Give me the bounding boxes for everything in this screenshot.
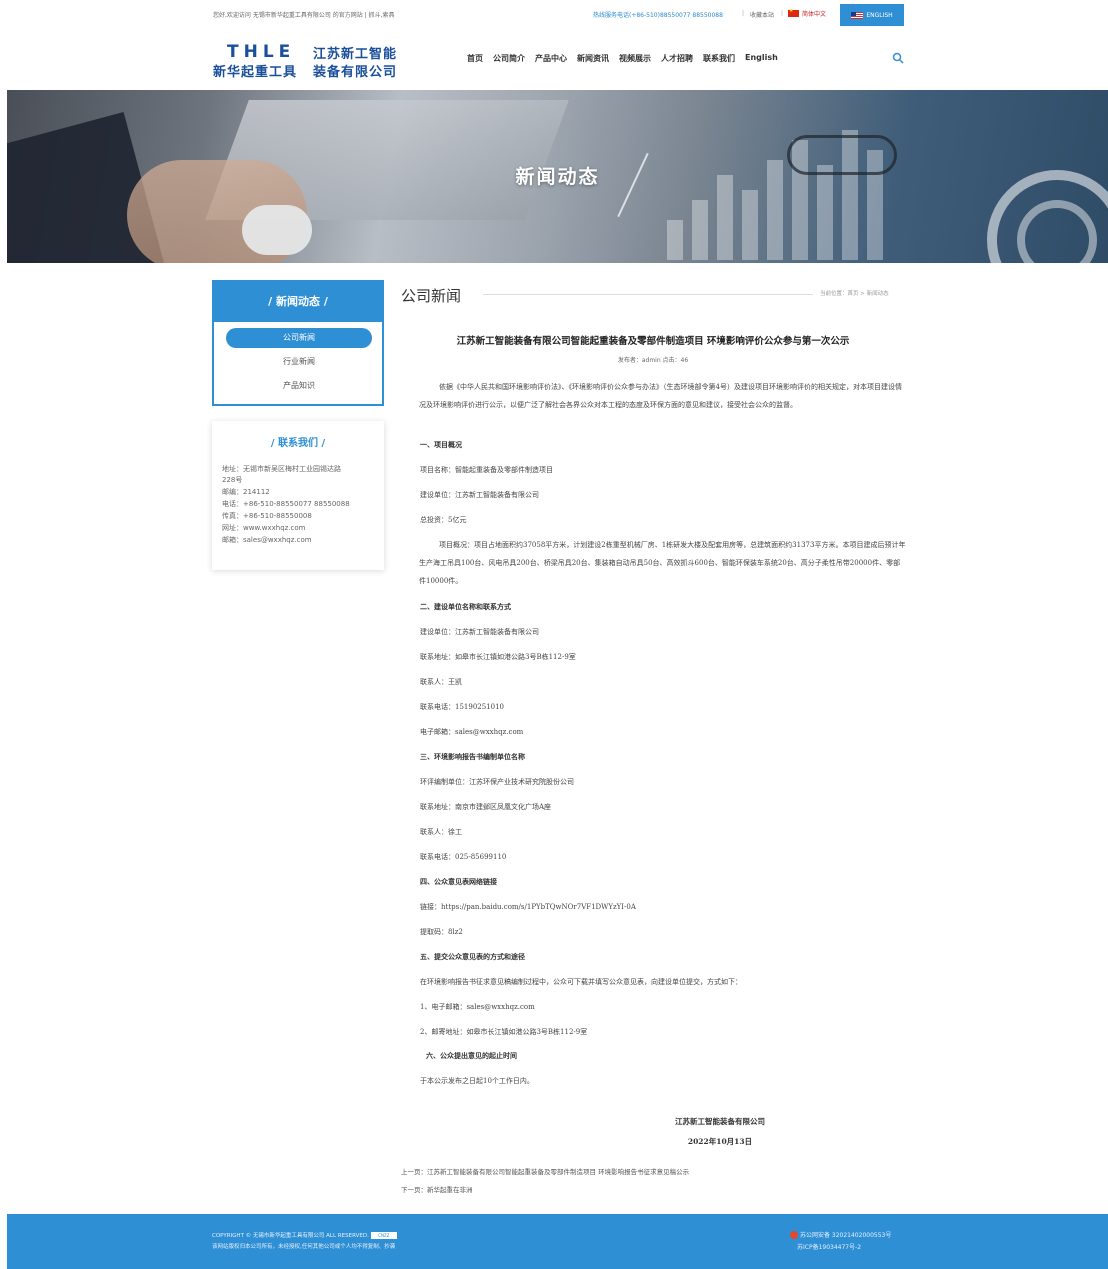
sidebar-item-company-news[interactable]: 公司新闻 bbox=[226, 328, 372, 348]
section-heading: 三、环境影响报告书编制单位名称 bbox=[420, 752, 525, 761]
article-text: 项目名称：智能起重装备及零部件制造项目 bbox=[420, 466, 553, 474]
signature-company: 江苏新工智能装备有限公司 bbox=[675, 1117, 765, 1126]
article-text: 联系地址：南京市建邺区凤凰文化广场A座 bbox=[420, 803, 552, 811]
next-article-link[interactable]: 下一页：新华起重在非洲 bbox=[401, 1184, 473, 1194]
copyright-line: COPYRIGHT © 无锡市新华起重工具有限公司 ALL RESERVED. C… bbox=[212, 1231, 397, 1239]
hotline-text: 热线服务电话(+86-510)88550077 88550088 bbox=[593, 12, 723, 19]
nav-careers[interactable]: 人才招聘 bbox=[661, 53, 693, 64]
police-beian-text: 苏公网安备 32021402000553号 bbox=[800, 1232, 892, 1239]
section-heading: 一、项目概况 bbox=[420, 440, 462, 449]
site-footer: COPYRIGHT © 无锡市新华起重工具有限公司 ALL RESERVED. C… bbox=[7, 1214, 1108, 1269]
logo-cn-left: 新华起重工具 bbox=[213, 65, 298, 80]
nav-home[interactable]: 首页 bbox=[467, 53, 483, 64]
logo-cn-right-1: 江苏新工智能 bbox=[313, 47, 398, 62]
lang-chinese-link[interactable]: 简体中文 bbox=[788, 8, 826, 19]
news-category-title: / 新闻动态 / bbox=[214, 282, 382, 322]
article-text: 在环境影响报告书征求意见稿编制过程中，公众可下载并填写公众意见表，向建设单位提交… bbox=[420, 978, 742, 986]
mouse-image bbox=[242, 205, 312, 255]
welcome-text: 您好,欢迎访问 无锡市新华起重工具有限公司 的官方网站 | 抓斗,索具 bbox=[213, 12, 395, 19]
nav-news[interactable]: 新闻资讯 bbox=[577, 53, 609, 64]
public-opinion-link[interactable]: 链接：https://pan.baidu.com/s/1PYbTQwNOr7VF… bbox=[420, 902, 636, 912]
breadcrumb[interactable]: 当前位置：首页 > 新闻动态 bbox=[820, 289, 889, 297]
section-heading: 四、公众意见表网络链接 bbox=[420, 877, 497, 886]
icp-link[interactable]: 苏ICP备19034477号-2 bbox=[797, 1242, 861, 1251]
section-divider bbox=[483, 294, 813, 295]
contact-box: / 联系我们 / 地址：无锡市新吴区梅村工业园锡达路 228号 邮编：21411… bbox=[212, 421, 384, 570]
nav-videos[interactable]: 视频展示 bbox=[619, 53, 651, 64]
contact-line[interactable]: 邮箱：sales@wxxhqz.com bbox=[222, 535, 312, 545]
article-text: 于本公示发布之日起10个工作日内。 bbox=[420, 1077, 534, 1085]
bookmark-link[interactable]: 收藏本站 bbox=[750, 10, 774, 19]
logo-cn-right-2: 装备有限公司 bbox=[313, 65, 398, 80]
article-text: 2、邮寄地址：如皋市长江镇如港公路3号B栋112-9室 bbox=[420, 1028, 588, 1036]
contact-line: 电话：+86-510-88550077 88550088 bbox=[222, 500, 350, 508]
article-meta: 发布者：admin 点击：46 bbox=[617, 357, 689, 364]
article-email: 电子邮箱：sales@wxxhqz.com bbox=[420, 728, 524, 736]
lang-english-button[interactable]: ENGLISH bbox=[840, 4, 904, 26]
article-text: 1、电子邮箱：sales@wxxhqz.com bbox=[420, 1003, 535, 1011]
banner-title: 新闻动态 bbox=[515, 166, 600, 188]
article-text: 环评编制单位：江苏环保产业技术研究院股份公司 bbox=[420, 778, 574, 786]
contact-line: 传真：+86-510-88550008 bbox=[222, 512, 312, 520]
copyright-text: COPYRIGHT © 无锡市新华起重工具有限公司 ALL RESERVED. bbox=[212, 1233, 369, 1239]
nav-about[interactable]: 公司简介 bbox=[493, 53, 525, 64]
lang-chinese-label: 简体中文 bbox=[802, 11, 827, 18]
main-nav: 首页 公司简介 产品中心 新闻资讯 视频展示 人才招聘 联系我们 English bbox=[467, 53, 788, 64]
logo-brand-text: THLE bbox=[227, 42, 296, 62]
article-text: 建设单位：江苏新工智能装备有限公司 bbox=[420, 491, 539, 499]
article-text: 联系人：徐工 bbox=[420, 828, 462, 836]
nav-products[interactable]: 产品中心 bbox=[535, 53, 567, 64]
section-heading: 五、提交公众意见表的方式和途径 bbox=[420, 952, 525, 961]
china-flag-icon bbox=[788, 8, 799, 17]
article-text: 联系电话：025-85699110 bbox=[420, 853, 507, 861]
sidebar-item-product-knowledge[interactable]: 产品知识 bbox=[226, 376, 372, 396]
copyright-notice: 该网站版权归本公司所有，未经授权,任何其他公司或个人均不得复制、抄袭 bbox=[212, 1244, 396, 1250]
police-beian-link[interactable]: 苏公网安备 32021402000553号 bbox=[790, 1230, 891, 1239]
section-heading: 二、建设单位名称和联系方式 bbox=[420, 602, 511, 611]
contact-line: 228号 bbox=[222, 476, 243, 484]
nav-contact[interactable]: 联系我们 bbox=[703, 53, 735, 64]
article-intro: 依据《中华人民共和国环境影响评价法》、《环境影响评价公众参与办法》（生态环境部令… bbox=[419, 383, 902, 409]
article-text: 建设单位：江苏新工智能装备有限公司 bbox=[420, 628, 539, 636]
article-text: 总投资：5亿元 bbox=[420, 516, 467, 524]
police-badge-icon bbox=[790, 1230, 798, 1239]
section-title: 公司新闻 bbox=[401, 287, 462, 305]
contact-line[interactable]: 网址：www.wxxhqz.com bbox=[222, 523, 306, 533]
company-logo[interactable]: THLE 新华起重工具 江苏新工智能 装备有限公司 bbox=[213, 42, 403, 80]
search-icon[interactable] bbox=[892, 52, 904, 64]
prev-article-link[interactable]: 上一页：江苏新工智能装备有限公司智能起重装备及零部件制造项目 环境影响报告书征求… bbox=[401, 1166, 689, 1176]
divider: | bbox=[742, 10, 745, 17]
news-category-box: / 新闻动态 / 公司新闻 行业新闻 产品知识 bbox=[212, 280, 384, 406]
section-heading: 六、公众提出意见的起止时间 bbox=[426, 1051, 517, 1060]
article-overview: 项目概况：项目占地面积约37058平方米，计划建设2栋重型机械厂房、1栋研发大楼… bbox=[419, 541, 906, 585]
contact-line: 地址：无锡市新吴区梅村工业园锡达路 bbox=[222, 465, 341, 473]
contact-title: / 联系我们 / bbox=[270, 438, 326, 449]
article-text: 提取码：8lz2 bbox=[420, 928, 463, 936]
article-title: 江苏新工智能装备有限公司智能起重装备及零部件制造项目 环境影响评价公众参与第一次… bbox=[456, 336, 850, 347]
article-text: 联系人：王凯 bbox=[420, 678, 462, 686]
nav-english[interactable]: English bbox=[745, 53, 778, 64]
lang-english-label: ENGLISH bbox=[866, 11, 893, 19]
top-bar: 您好,欢迎访问 无锡市新华起重工具有限公司 的官方网站 | 抓斗,索具 热线服务… bbox=[0, 0, 1108, 30]
signature-date: 2022年10月13日 bbox=[687, 1137, 753, 1146]
sidebar-item-industry-news[interactable]: 行业新闻 bbox=[226, 352, 372, 372]
cnzz-badge[interactable]: CNZZ bbox=[370, 1232, 397, 1239]
us-flag-icon bbox=[851, 11, 864, 19]
hero-banner: 新闻动态 bbox=[7, 90, 1108, 263]
article-text: 联系电话：15190251010 bbox=[420, 703, 504, 711]
site-header: THLE 新华起重工具 江苏新工智能 装备有限公司 首页 公司简介 产品中心 新… bbox=[0, 30, 1108, 90]
contact-line: 邮编：214112 bbox=[222, 488, 270, 496]
divider: | bbox=[781, 10, 784, 17]
article-text: 联系地址：如皋市长江镇如港公路3号B栋112-9室 bbox=[420, 653, 576, 661]
